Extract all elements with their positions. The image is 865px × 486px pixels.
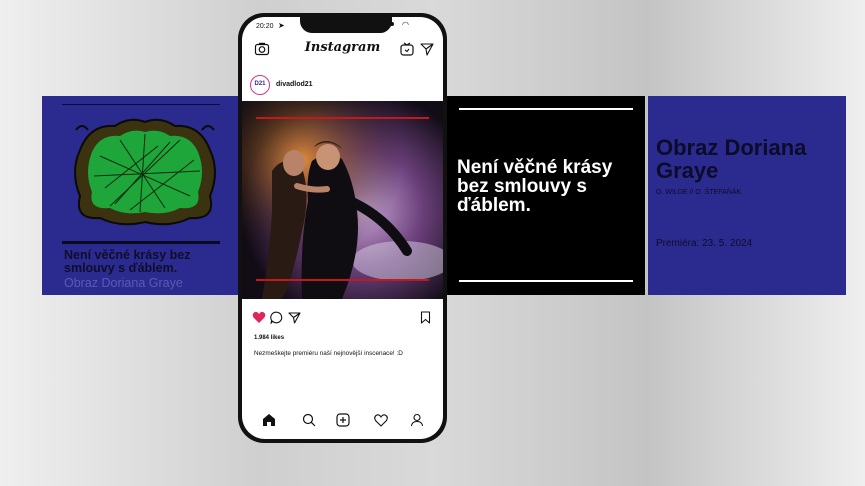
- phone-notch: [300, 17, 392, 33]
- heart-outline-icon[interactable]: [372, 411, 390, 429]
- share-icon[interactable]: [288, 311, 301, 324]
- home-icon[interactable]: [260, 411, 278, 429]
- add-post-icon[interactable]: [334, 411, 352, 429]
- ornate-frame-image: [74, 118, 216, 226]
- carousel-slide-quote: Není věčné krásy bez smlouvy s ďáblem.: [447, 96, 645, 295]
- post-actions: [242, 309, 443, 331]
- post-photo: [242, 101, 443, 299]
- carousel-slide-title: Obraz Doriana Graye O. WILDE // O. ŠTEFA…: [648, 96, 846, 295]
- post-header: D21 divadlod21: [242, 73, 443, 99]
- camera-dot: [390, 22, 394, 26]
- direct-message-icon[interactable]: [420, 42, 434, 56]
- divider: [256, 279, 429, 281]
- slide-subtitle: Obraz Doriana Graye: [64, 276, 183, 290]
- play-title: Obraz Doriana Graye: [656, 135, 807, 183]
- divider: [62, 241, 220, 244]
- slide-quote: Není věčné krásy bez smlouvy s ďáblem.: [64, 248, 191, 275]
- phone-mockup: 20:20 ➤ ◠ Instagram D21 divadlod21 1.984…: [238, 13, 447, 443]
- divider: [256, 117, 429, 119]
- status-time: 20:20: [256, 23, 274, 30]
- bookmark-icon[interactable]: [420, 311, 431, 324]
- post-image[interactable]: [242, 101, 443, 299]
- comment-icon[interactable]: [270, 311, 283, 324]
- carousel-slide-frame: Není věčné krásy bez smlouvy s ďáblem. O…: [42, 96, 240, 295]
- avatar[interactable]: D21: [250, 75, 270, 95]
- mockup-stage: Není věčné krásy bez smlouvy s ďáblem. O…: [0, 0, 865, 486]
- divider: [459, 108, 633, 110]
- slide-quote: Není věčné krásy bez smlouvy s ďáblem.: [457, 157, 613, 216]
- premiere-date: Premiéra: 23. 5. 2024: [656, 238, 753, 249]
- divider: [459, 280, 633, 282]
- instagram-header: Instagram: [242, 35, 443, 67]
- phone-screen: 20:20 ➤ ◠ Instagram D21 divadlod21 1.984…: [242, 17, 443, 439]
- wifi-icon: ◠: [402, 20, 409, 29]
- profile-icon[interactable]: [408, 411, 426, 429]
- likes-count[interactable]: 1.984 likes: [254, 335, 284, 341]
- divider: [62, 104, 220, 105]
- search-icon[interactable]: [300, 411, 318, 429]
- bottom-nav: [242, 409, 443, 433]
- post-caption: Nezmeškejte premiéru naší nejnovější ins…: [254, 350, 403, 357]
- igtv-icon[interactable]: [400, 42, 414, 56]
- post-username[interactable]: divadlod21: [276, 81, 313, 88]
- play-authors: O. WILDE // O. ŠTEFAŇÁK: [656, 189, 742, 196]
- location-arrow-icon: ➤: [278, 21, 285, 30]
- heart-filled-icon[interactable]: [252, 311, 266, 324]
